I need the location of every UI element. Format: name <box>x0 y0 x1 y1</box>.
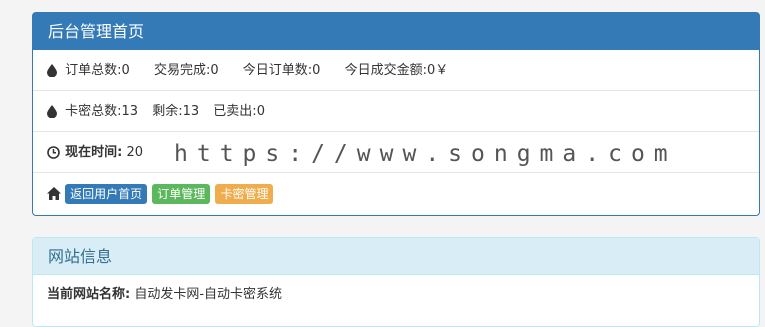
back-to-user-home-button[interactable]: 返回用户首页 <box>65 183 148 204</box>
nav-buttons-row: 返回用户首页 订单管理 卡密管理 <box>33 173 759 213</box>
watermark-text: https://www.songma.com <box>174 141 677 167</box>
today-orders-label: 今日订单数: <box>242 63 313 78</box>
drop-icon <box>47 105 61 118</box>
today-amount-value: 0￥ <box>426 63 449 78</box>
trades-done-value: 0 <box>210 63 219 78</box>
panel-title: 后台管理首页 <box>33 13 759 50</box>
card-management-button[interactable]: 卡密管理 <box>215 183 274 204</box>
cards-remain-label: 剩余: <box>152 104 183 119</box>
cards-sold-label: 已卖出: <box>213 104 257 119</box>
today-orders-value: 0 <box>312 63 321 78</box>
site-name-row: 当前网站名称: 自动发卡网-自动卡密系统 <box>33 275 759 315</box>
site-name-value: 自动发卡网-自动卡密系统 <box>134 287 283 302</box>
card-stats-row: 卡密总数:13 剩余:13 已卖出:0 <box>33 91 759 132</box>
current-time-value: 20 <box>126 145 144 160</box>
current-time-label: 现在时间: <box>65 145 123 160</box>
orders-total-value: 0 <box>121 63 130 78</box>
order-management-button[interactable]: 订单管理 <box>152 183 211 204</box>
site-name-label: 当前网站名称: <box>47 287 131 302</box>
orders-total-label: 订单总数: <box>65 63 122 78</box>
cards-total-value: 13 <box>121 104 139 119</box>
home-icon <box>47 187 61 200</box>
drop-icon <box>47 64 61 77</box>
site-info-panel: 网站信息 当前网站名称: 自动发卡网-自动卡密系统 <box>32 237 760 327</box>
site-info-title: 网站信息 <box>33 238 759 275</box>
admin-home-panel: 后台管理首页 订单总数:0 交易完成:0 今日订单数:0 今日成交金额:0￥ 卡… <box>32 12 760 216</box>
cards-total-label: 卡密总数: <box>65 104 122 119</box>
trades-done-label: 交易完成: <box>153 63 211 78</box>
order-stats-row: 订单总数:0 交易完成:0 今日订单数:0 今日成交金额:0￥ <box>33 50 759 91</box>
cards-remain-value: 13 <box>182 104 200 119</box>
today-amount-label: 今日成交金额: <box>344 63 427 78</box>
clock-icon <box>47 146 61 159</box>
cards-sold-value: 0 <box>256 104 265 119</box>
